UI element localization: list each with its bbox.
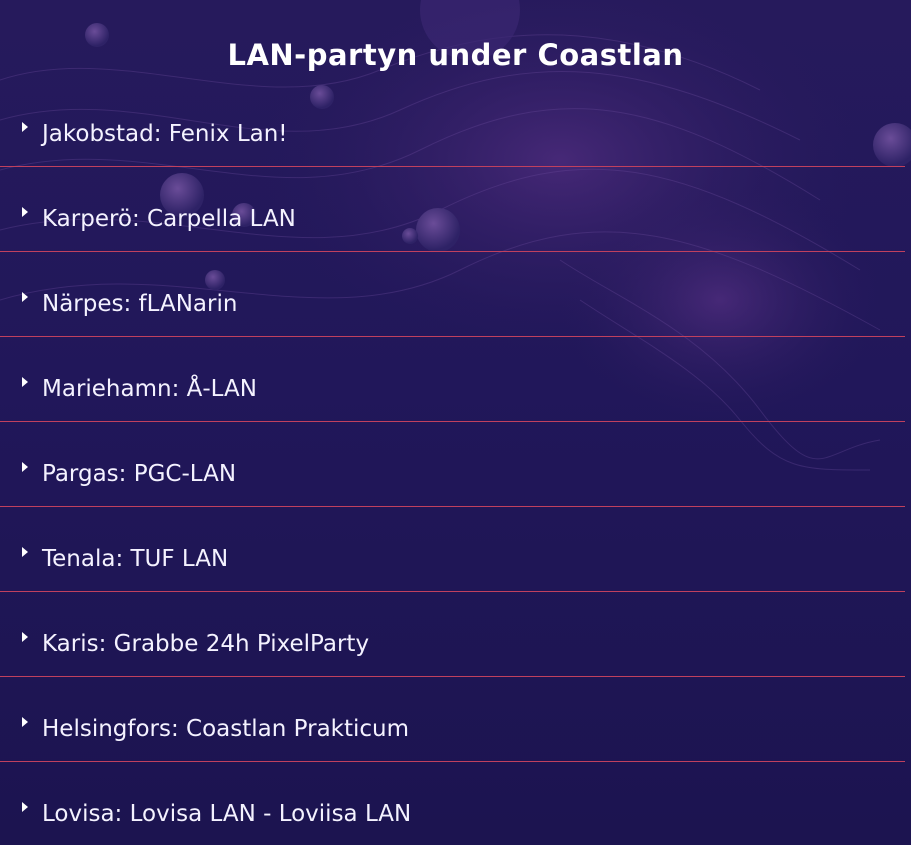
accordion-item[interactable]: Lovisa: Lovisa LAN - Loviisa LAN <box>0 762 905 845</box>
accordion-item-label: Lovisa: Lovisa LAN - Loviisa LAN <box>42 801 412 827</box>
accordion-item[interactable]: Närpes: fLANarin <box>0 252 905 337</box>
accordion-item-label: Helsingfors: Coastlan Prakticum <box>42 716 410 742</box>
caret-right-icon <box>22 717 28 727</box>
accordion-item[interactable]: Helsingfors: Coastlan Prakticum <box>0 677 905 762</box>
accordion-item-label: Karperö: Carpella LAN <box>42 206 296 232</box>
lan-party-accordion: Jakobstad: Fenix Lan! Karperö: Carpella … <box>0 82 905 845</box>
accordion-item-label: Pargas: PGC-LAN <box>42 461 237 487</box>
accordion-item[interactable]: Jakobstad: Fenix Lan! <box>0 82 905 167</box>
accordion-item-label: Jakobstad: Fenix Lan! <box>42 121 288 147</box>
accordion-item-label: Tenala: TUF LAN <box>42 546 229 572</box>
accordion-item[interactable]: Tenala: TUF LAN <box>0 507 905 592</box>
caret-right-icon <box>22 802 28 812</box>
caret-right-icon <box>22 632 28 642</box>
accordion-item-label: Karis: Grabbe 24h PixelParty <box>42 631 370 657</box>
caret-right-icon <box>22 292 28 302</box>
caret-right-icon <box>22 207 28 217</box>
main-content: LAN-partyn under Coastlan Jakobstad: Fen… <box>0 0 905 845</box>
accordion-item[interactable]: Karis: Grabbe 24h PixelParty <box>0 592 905 677</box>
accordion-item[interactable]: Karperö: Carpella LAN <box>0 167 905 252</box>
caret-right-icon <box>22 122 28 132</box>
accordion-item-label: Närpes: fLANarin <box>42 291 238 317</box>
page-title: LAN-partyn under Coastlan <box>227 38 684 72</box>
accordion-item-label: Mariehamn: Å-LAN <box>42 376 257 402</box>
accordion-item[interactable]: Mariehamn: Å-LAN <box>0 337 905 422</box>
caret-right-icon <box>22 462 28 472</box>
caret-right-icon <box>22 377 28 387</box>
accordion-item[interactable]: Pargas: PGC-LAN <box>0 422 905 507</box>
caret-right-icon <box>22 547 28 557</box>
